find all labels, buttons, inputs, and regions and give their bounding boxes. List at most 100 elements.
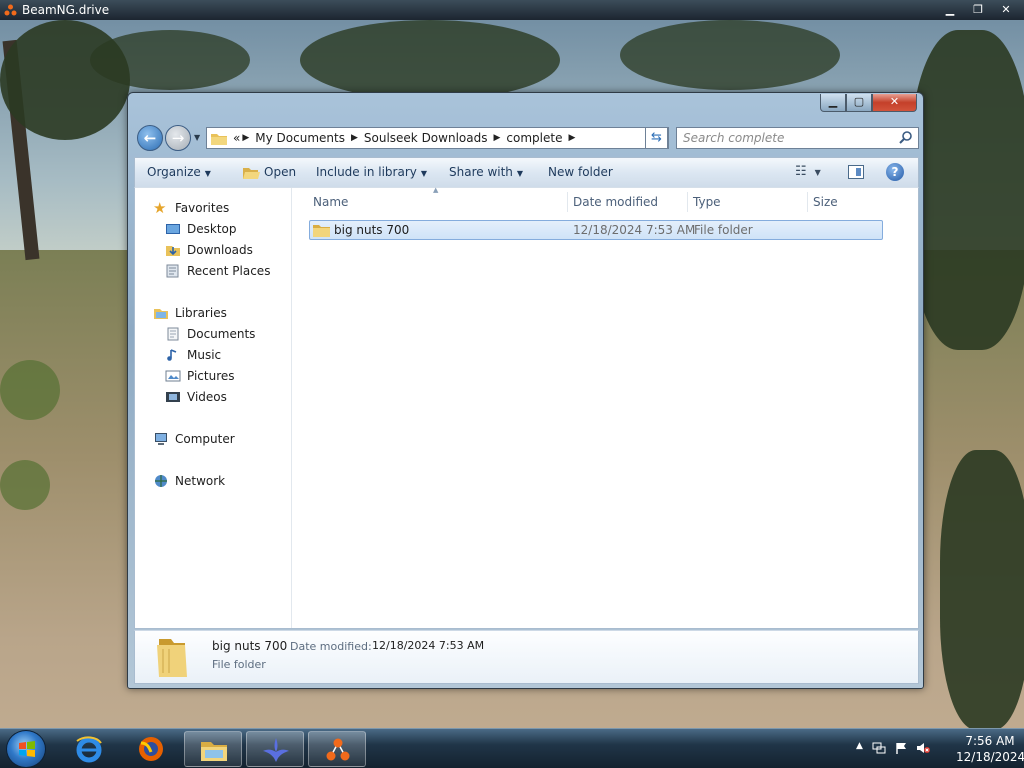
nav-favorites[interactable]: ★ Favorites xyxy=(153,198,229,218)
chevron-right-icon[interactable]: ▶ xyxy=(566,133,577,143)
desktop-icon xyxy=(166,224,180,234)
internet-explorer-icon xyxy=(76,736,102,763)
taskbar-internet-explorer[interactable] xyxy=(60,731,118,767)
include-in-library-button[interactable]: Include in library ▼ xyxy=(316,165,427,179)
preview-pane-button[interactable] xyxy=(848,165,864,179)
soulseek-bird-icon xyxy=(263,738,289,762)
share-label: Share with xyxy=(449,165,513,179)
breadcrumb-soulseek-downloads[interactable]: Soulseek Downloads xyxy=(360,128,492,148)
nav-videos[interactable]: Videos xyxy=(165,387,227,407)
taskbar: ▲ 7:56 AM 12/18/2024 xyxy=(0,728,1024,768)
column-divider[interactable] xyxy=(807,192,808,212)
open-folder-icon xyxy=(243,167,260,179)
help-button[interactable]: ? xyxy=(886,163,904,181)
chevron-down-icon: ▼ xyxy=(516,169,524,178)
foliage xyxy=(940,450,1024,730)
breadcrumb-my-documents[interactable]: My Documents xyxy=(251,128,349,148)
back-button[interactable]: ← xyxy=(137,125,163,151)
organize-button[interactable]: Organize ▼ xyxy=(147,165,211,179)
refresh-button[interactable]: ⇆ xyxy=(645,127,668,149)
network-icon xyxy=(155,475,167,487)
nav-recent-places-label: Recent Places xyxy=(187,264,271,278)
taskbar-soulseek[interactable] xyxy=(246,731,304,767)
breadcrumb-complete[interactable]: complete xyxy=(502,128,566,148)
nav-computer-label: Computer xyxy=(175,432,235,446)
change-view-button[interactable]: ☷ ▼ xyxy=(795,164,821,179)
nav-network[interactable]: Network xyxy=(153,471,225,491)
nav-desktop-label: Desktop xyxy=(187,222,237,236)
forward-button[interactable]: → xyxy=(165,125,191,151)
recent-pages-dropdown-icon[interactable]: ▼ xyxy=(194,133,200,142)
foliage xyxy=(620,20,840,90)
volume-muted-icon[interactable] xyxy=(916,742,930,754)
show-hidden-icons-button[interactable]: ▲ xyxy=(856,741,863,751)
nav-libraries[interactable]: Libraries xyxy=(153,303,227,323)
taskbar-clock[interactable]: 7:56 AM 12/18/2024 xyxy=(956,733,1024,765)
search-placeholder: Search complete xyxy=(683,131,785,145)
details-file-name: big nuts 700 xyxy=(212,639,288,653)
column-type[interactable]: Type xyxy=(693,195,721,209)
taskbar-windows-explorer[interactable] xyxy=(184,731,242,767)
nav-desktop[interactable]: Desktop xyxy=(165,219,237,239)
column-divider[interactable] xyxy=(687,192,688,212)
computer-icon xyxy=(155,433,167,445)
chevron-right-icon[interactable]: ▶ xyxy=(349,133,360,143)
chevron-down-icon: ▼ xyxy=(204,169,211,178)
column-size[interactable]: Size xyxy=(813,195,838,209)
pictures-icon xyxy=(165,370,181,382)
nav-music[interactable]: Music xyxy=(165,345,221,365)
folder-icon xyxy=(313,225,330,237)
nav-documents[interactable]: Documents xyxy=(165,324,255,344)
chevron-right-icon: ▶ xyxy=(242,133,250,143)
grass xyxy=(0,460,50,510)
game-title: BeamNG.drive xyxy=(22,3,110,17)
chevron-right-icon[interactable]: ▶ xyxy=(491,133,502,143)
include-label: Include in library xyxy=(316,165,417,179)
taskbar-beamng[interactable] xyxy=(308,731,366,767)
chevron-down-icon: ▼ xyxy=(814,168,821,177)
windows-logo-icon xyxy=(19,741,35,757)
start-button[interactable] xyxy=(6,730,46,768)
network-tray-icon[interactable] xyxy=(872,742,886,754)
column-divider[interactable] xyxy=(567,192,568,212)
downloads-icon xyxy=(166,246,180,256)
open-button[interactable]: Open xyxy=(243,165,296,179)
nav-recent-places[interactable]: Recent Places xyxy=(165,261,270,281)
documents-icon xyxy=(167,327,179,341)
game-close-button[interactable]: ✕ xyxy=(992,1,1020,18)
nav-computer[interactable]: Computer xyxy=(153,429,235,449)
column-headers: ▲ Name Date modified Type Size xyxy=(295,186,885,212)
nav-downloads[interactable]: Downloads xyxy=(165,240,253,260)
maximize-button[interactable]: ▢ xyxy=(846,94,872,112)
clock-date: 12/18/2024 xyxy=(956,750,1024,764)
close-button[interactable]: ✕ xyxy=(872,94,917,112)
clock-time: 7:56 AM xyxy=(965,734,1015,748)
nav-libraries-label: Libraries xyxy=(175,306,227,320)
file-type: File folder xyxy=(694,223,753,237)
star-icon: ★ xyxy=(153,199,167,217)
column-name[interactable]: Name xyxy=(313,195,348,209)
address-bar[interactable]: « ▶ My Documents ▶ Soulseek Downloads ▶ … xyxy=(206,127,669,149)
new-folder-button[interactable]: New folder xyxy=(548,165,613,179)
taskbar-firefox[interactable] xyxy=(122,731,180,767)
column-date-modified[interactable]: Date modified xyxy=(573,195,658,209)
command-bar: Organize ▼ Open Include in library ▼ Share… xyxy=(134,157,919,187)
search-icon[interactable] xyxy=(899,130,913,144)
videos-icon xyxy=(166,392,180,402)
nav-videos-label: Videos xyxy=(187,390,227,404)
game-minimize-button[interactable]: ▁ xyxy=(936,1,964,18)
search-input[interactable]: Search complete xyxy=(676,127,919,149)
beamng-icon xyxy=(4,4,17,16)
minimize-button[interactable]: ▁ xyxy=(820,94,846,112)
action-center-flag-icon[interactable] xyxy=(894,742,908,754)
refresh-icon: ⇆ xyxy=(651,130,662,145)
nav-pictures[interactable]: Pictures xyxy=(165,366,235,386)
large-folder-icon xyxy=(157,639,187,677)
address-overflow-button[interactable]: « xyxy=(233,131,240,145)
nav-pictures-label: Pictures xyxy=(187,369,235,383)
share-with-button[interactable]: Share with ▼ xyxy=(449,165,523,179)
game-restore-button[interactable]: ❐ xyxy=(964,1,992,18)
nav-favorites-label: Favorites xyxy=(175,201,230,215)
nav-downloads-label: Downloads xyxy=(187,243,253,257)
file-row[interactable]: big nuts 700 12/18/2024 7:53 AM File fol… xyxy=(309,220,883,240)
